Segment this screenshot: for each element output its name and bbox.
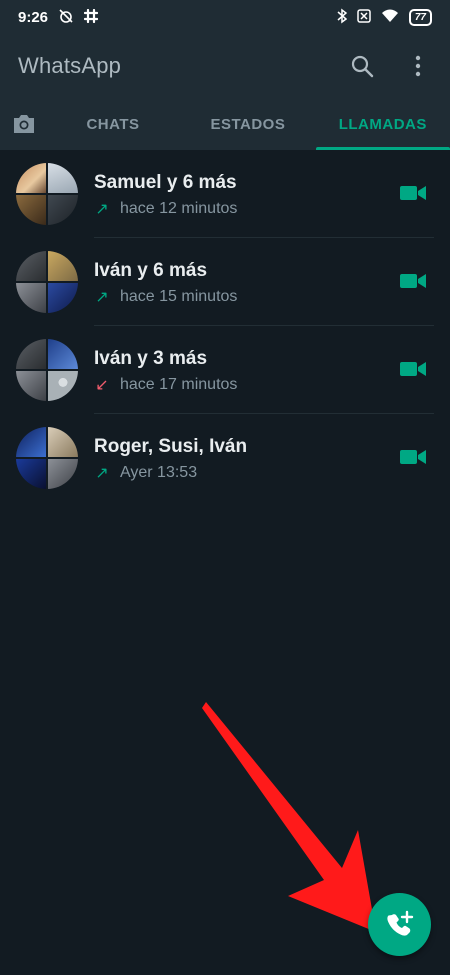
status-bar: 9:26 77: [0, 0, 450, 34]
tab-llamadas[interactable]: LLAMADAS: [315, 98, 450, 150]
video-call-icon[interactable]: [400, 448, 426, 466]
bluetooth-icon: [337, 8, 348, 26]
new-call-button[interactable]: [368, 893, 431, 956]
outgoing-call-arrow-icon: ↗: [95, 201, 109, 218]
contact-name: Iván y 6 más: [94, 260, 208, 281]
more-vert-icon[interactable]: [404, 52, 432, 80]
call-row[interactable]: Iván y 3 más ↙ hace 17 minutos: [0, 326, 450, 414]
call-row[interactable]: Samuel y 6 más ↗ hace 12 minutos: [0, 150, 450, 238]
call-row[interactable]: Roger, Susi, Iván ↗ Ayer 13:53: [0, 414, 450, 502]
call-time: hace 12 minutos: [120, 200, 238, 217]
outgoing-call-arrow-icon: ↗: [95, 465, 109, 482]
alarm-off-icon: [58, 8, 74, 26]
call-time: hace 17 minutos: [120, 376, 238, 393]
group-avatar: [16, 427, 78, 489]
call-time: hace 15 minutos: [120, 288, 238, 305]
group-avatar: [16, 163, 78, 225]
tab-bar: CHATS ESTADOS LLAMADAS: [0, 98, 450, 150]
battery-indicator: 77: [408, 8, 432, 26]
contact-name: Samuel y 6 más: [94, 172, 237, 193]
search-icon[interactable]: [348, 52, 376, 80]
outgoing-call-arrow-icon: ↗: [95, 289, 109, 306]
contact-name: Roger, Susi, Iván: [94, 436, 248, 457]
video-call-icon[interactable]: [400, 360, 426, 378]
call-row[interactable]: Iván y 6 más ↗ hace 15 minutos: [0, 238, 450, 326]
group-avatar: [16, 339, 78, 401]
video-call-icon[interactable]: [400, 272, 426, 290]
app-bar: WhatsApp: [0, 34, 450, 98]
new-call-icon: [386, 910, 413, 936]
group-avatar: [16, 251, 78, 313]
wifi-icon: [381, 9, 399, 25]
calls-list: Samuel y 6 más ↗ hace 12 minutos Iván y …: [0, 150, 450, 502]
video-call-icon[interactable]: [400, 184, 426, 202]
camera-icon[interactable]: [2, 98, 46, 150]
tab-estados[interactable]: ESTADOS: [180, 98, 315, 150]
app-title: WhatsApp: [18, 53, 122, 78]
tab-chats[interactable]: CHATS: [46, 98, 180, 150]
slack-icon: [83, 8, 99, 25]
status-time: 9:26: [18, 8, 49, 26]
sim-off-icon: [357, 9, 371, 25]
contact-name: Iván y 3 más: [94, 348, 208, 369]
incoming-call-arrow-icon: ↙: [95, 377, 109, 394]
call-time: Ayer 13:53: [120, 464, 198, 481]
annotation-arrow: [202, 702, 376, 932]
